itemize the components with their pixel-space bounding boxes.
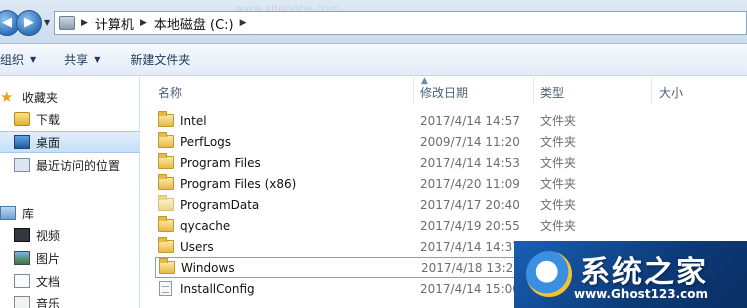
file-name: ProgramData bbox=[180, 197, 260, 212]
file-name: InstallConfig bbox=[180, 281, 255, 296]
breadcrumb-local-disk[interactable]: 本地磁盘 (C:) bbox=[154, 14, 234, 33]
nav-item-label: 收藏夹 bbox=[22, 90, 59, 105]
nav-item-recent[interactable]: 最近访问的位置 bbox=[0, 154, 140, 176]
file-icon bbox=[159, 281, 172, 296]
file-date: 2009/7/14 11:20 bbox=[420, 134, 520, 149]
file-row-intel[interactable]: Intel 2017/4/14 14:57 文件夹 bbox=[155, 110, 585, 131]
file-date: 2017/4/20 11:09 bbox=[420, 176, 520, 191]
chevron-right-icon[interactable]: ▶ bbox=[140, 18, 147, 28]
new-folder-label: 新建文件夹 bbox=[130, 53, 191, 67]
site-watermark-logo: 系统之家 www.Ghost123.com bbox=[514, 241, 747, 308]
column-header-row: ▲ 名称 修改日期 类型 大小 bbox=[141, 76, 747, 104]
documents-icon bbox=[14, 274, 30, 288]
chevron-right-icon[interactable]: ▶ bbox=[240, 18, 247, 28]
nav-item-favorites[interactable]: ★ 收藏夹 bbox=[0, 86, 140, 108]
column-header-date[interactable]: 修改日期 bbox=[420, 84, 468, 101]
forward-button[interactable]: ▶ bbox=[16, 10, 42, 36]
folder-icon bbox=[158, 132, 174, 148]
file-name: Program Files (x86) bbox=[180, 176, 297, 191]
downloads-folder-icon bbox=[14, 112, 30, 126]
column-divider[interactable] bbox=[533, 78, 534, 104]
nav-item-label: 音乐 bbox=[36, 296, 61, 308]
chevron-right-icon[interactable]: ▶ bbox=[81, 18, 88, 28]
file-date: 2017/4/17 20:40 bbox=[420, 197, 520, 212]
organize-label: 组织 bbox=[0, 53, 25, 67]
file-type: 文件夹 bbox=[540, 219, 577, 233]
file-date: 2017/4/19 20:55 bbox=[420, 218, 520, 233]
nav-item-label: 库 bbox=[22, 206, 35, 221]
navigation-pane: ★ 收藏夹 下载 桌面 最近访问的位置 库 视频 图片 文档 音乐 bbox=[0, 76, 140, 308]
file-date: 2017/4/14 14:37 bbox=[420, 239, 520, 254]
file-name: qycache bbox=[180, 218, 231, 233]
logo-emblem-icon bbox=[526, 251, 572, 297]
breadcrumb-computer[interactable]: 计算机 bbox=[95, 14, 134, 33]
nav-item-videos[interactable]: 视频 bbox=[0, 224, 140, 246]
nav-item-label: 图片 bbox=[36, 251, 61, 266]
column-header-name[interactable]: 名称 bbox=[158, 84, 182, 101]
pictures-icon bbox=[14, 251, 30, 265]
nav-item-label: 最近访问的位置 bbox=[36, 158, 121, 173]
folder-icon bbox=[158, 111, 174, 127]
chevron-down-icon: ▼ bbox=[30, 55, 37, 64]
folder-icon bbox=[159, 258, 175, 274]
folder-icon bbox=[158, 174, 174, 190]
nav-item-downloads[interactable]: 下载 bbox=[0, 108, 140, 130]
file-name: PerfLogs bbox=[180, 134, 232, 149]
file-type: 文件夹 bbox=[540, 177, 577, 191]
file-name: Users bbox=[180, 239, 214, 254]
file-name: Intel bbox=[180, 113, 207, 128]
nav-item-label: 桌面 bbox=[36, 135, 61, 150]
column-divider[interactable] bbox=[413, 78, 414, 104]
command-bar: 组织 ▼ 共享 ▼ 新建文件夹 bbox=[0, 44, 747, 76]
file-row-qycache[interactable]: qycache 2017/4/19 20:55 文件夹 bbox=[155, 215, 585, 236]
address-bar: www.xitonghe.com ◀ ▶ ▼ ▶ 计算机 ▶ 本地磁盘 (C:)… bbox=[0, 0, 747, 44]
history-dropdown-icon[interactable]: ▼ bbox=[44, 18, 50, 27]
file-type: 文件夹 bbox=[540, 135, 577, 149]
file-date: 2017/4/14 15:00 bbox=[420, 281, 520, 296]
nav-item-label: 文档 bbox=[36, 274, 61, 289]
file-name: Program Files bbox=[180, 155, 261, 170]
nav-item-libraries[interactable]: 库 bbox=[0, 202, 140, 224]
file-date: 2017/4/14 14:57 bbox=[420, 113, 520, 128]
file-date: 2017/4/14 14:53 bbox=[420, 155, 520, 170]
nav-item-label: 下载 bbox=[36, 112, 61, 127]
organize-button[interactable]: 组织 ▼ bbox=[0, 44, 46, 75]
nav-item-desktop[interactable]: 桌面 bbox=[0, 131, 140, 153]
folder-icon bbox=[158, 237, 174, 253]
watermark-title: 系统之家 bbox=[580, 255, 708, 290]
column-header-type[interactable]: 类型 bbox=[540, 84, 564, 101]
recent-places-icon bbox=[14, 158, 30, 172]
file-date: 2017/4/18 13:20 bbox=[421, 260, 521, 275]
folder-icon bbox=[158, 153, 174, 169]
file-row-programdata[interactable]: ProgramData 2017/4/17 20:40 文件夹 bbox=[155, 194, 585, 215]
libraries-icon bbox=[0, 206, 16, 220]
video-icon bbox=[14, 228, 30, 242]
file-type: 文件夹 bbox=[540, 156, 577, 170]
file-type: 文件夹 bbox=[540, 114, 577, 128]
file-type: 文件夹 bbox=[540, 198, 577, 212]
music-icon bbox=[14, 296, 30, 308]
column-header-size[interactable]: 大小 bbox=[659, 84, 683, 101]
breadcrumb[interactable]: ▶ 计算机 ▶ 本地磁盘 (C:) ▶ bbox=[54, 11, 747, 35]
nav-item-documents[interactable]: 文档 bbox=[0, 270, 140, 292]
nav-item-pictures[interactable]: 图片 bbox=[0, 247, 140, 269]
column-divider[interactable] bbox=[651, 78, 652, 104]
share-button[interactable]: 共享 ▼ bbox=[46, 44, 110, 75]
file-row-program-files-x86[interactable]: Program Files (x86) 2017/4/20 11:09 文件夹 bbox=[155, 173, 585, 194]
computer-icon bbox=[59, 16, 75, 30]
watermark-url: www.Ghost123.com bbox=[574, 287, 709, 301]
chevron-down-icon: ▼ bbox=[94, 55, 101, 64]
share-label: 共享 bbox=[64, 53, 89, 67]
file-row-perflogs[interactable]: PerfLogs 2009/7/14 11:20 文件夹 bbox=[155, 131, 585, 152]
nav-item-music[interactable]: 音乐 bbox=[0, 292, 140, 308]
new-folder-button[interactable]: 新建文件夹 bbox=[110, 44, 200, 75]
star-icon: ★ bbox=[0, 88, 14, 106]
desktop-icon bbox=[14, 135, 30, 149]
nav-item-label: 视频 bbox=[36, 228, 61, 243]
file-name: Windows bbox=[181, 260, 235, 275]
folder-icon bbox=[158, 195, 174, 211]
folder-icon bbox=[158, 216, 174, 232]
file-row-program-files[interactable]: Program Files 2017/4/14 14:53 文件夹 bbox=[155, 152, 585, 173]
